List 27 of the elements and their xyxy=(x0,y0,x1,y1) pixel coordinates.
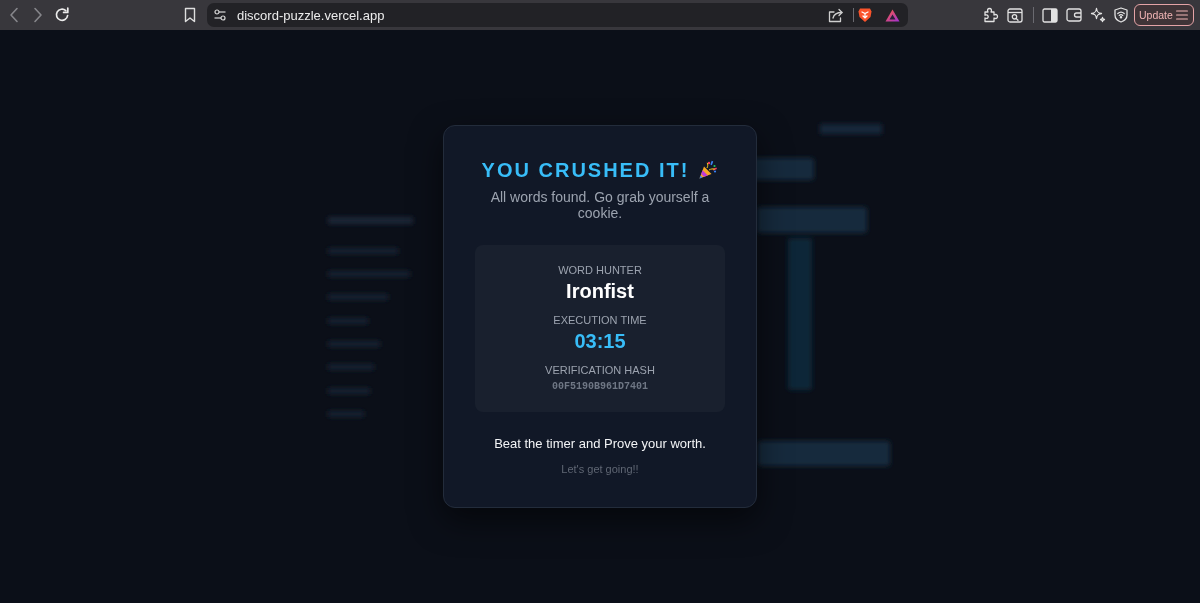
sidebar-icon[interactable] xyxy=(1042,7,1058,23)
site-settings-icon[interactable] xyxy=(214,9,226,21)
tagline-text: Beat the timer and Prove your worth. xyxy=(493,436,707,452)
stat-label: WORD HUNTER xyxy=(558,263,642,277)
stat-value: 00F5190B961D7401 xyxy=(552,380,648,394)
triangle-icon[interactable] xyxy=(885,8,900,22)
stat-label: EXECUTION TIME xyxy=(553,313,647,327)
stat-value: Ironfist xyxy=(566,279,634,303)
stat-value: 03:15 xyxy=(574,329,626,353)
dialog-title: YOU CRUSHED IT! xyxy=(481,158,690,182)
wallet-icon[interactable] xyxy=(1066,8,1082,22)
reload-icon[interactable] xyxy=(54,7,70,23)
tab-search-icon[interactable] xyxy=(1007,7,1023,23)
shield-logo-icon[interactable] xyxy=(858,7,872,23)
party-popper-icon xyxy=(698,160,719,180)
dialog-subtitle: All words found. Go grab yourself a cookie. xyxy=(489,189,711,221)
bookmark-icon[interactable] xyxy=(184,7,196,23)
update-button[interactable]: Update xyxy=(1134,4,1194,26)
shield-icon[interactable] xyxy=(1114,7,1128,23)
puzzle-icon[interactable] xyxy=(983,7,999,23)
menu-icon xyxy=(1175,10,1188,20)
address-bar[interactable]: discord-puzzle.vercel.app xyxy=(207,3,908,27)
stat-label: VERIFICATION HASH xyxy=(545,363,655,377)
share-icon[interactable] xyxy=(828,7,844,23)
footnote-text: Let's get going!! xyxy=(560,462,640,476)
url-text: discord-puzzle.vercel.app xyxy=(237,7,385,23)
sparkle-icon[interactable] xyxy=(1090,7,1106,23)
